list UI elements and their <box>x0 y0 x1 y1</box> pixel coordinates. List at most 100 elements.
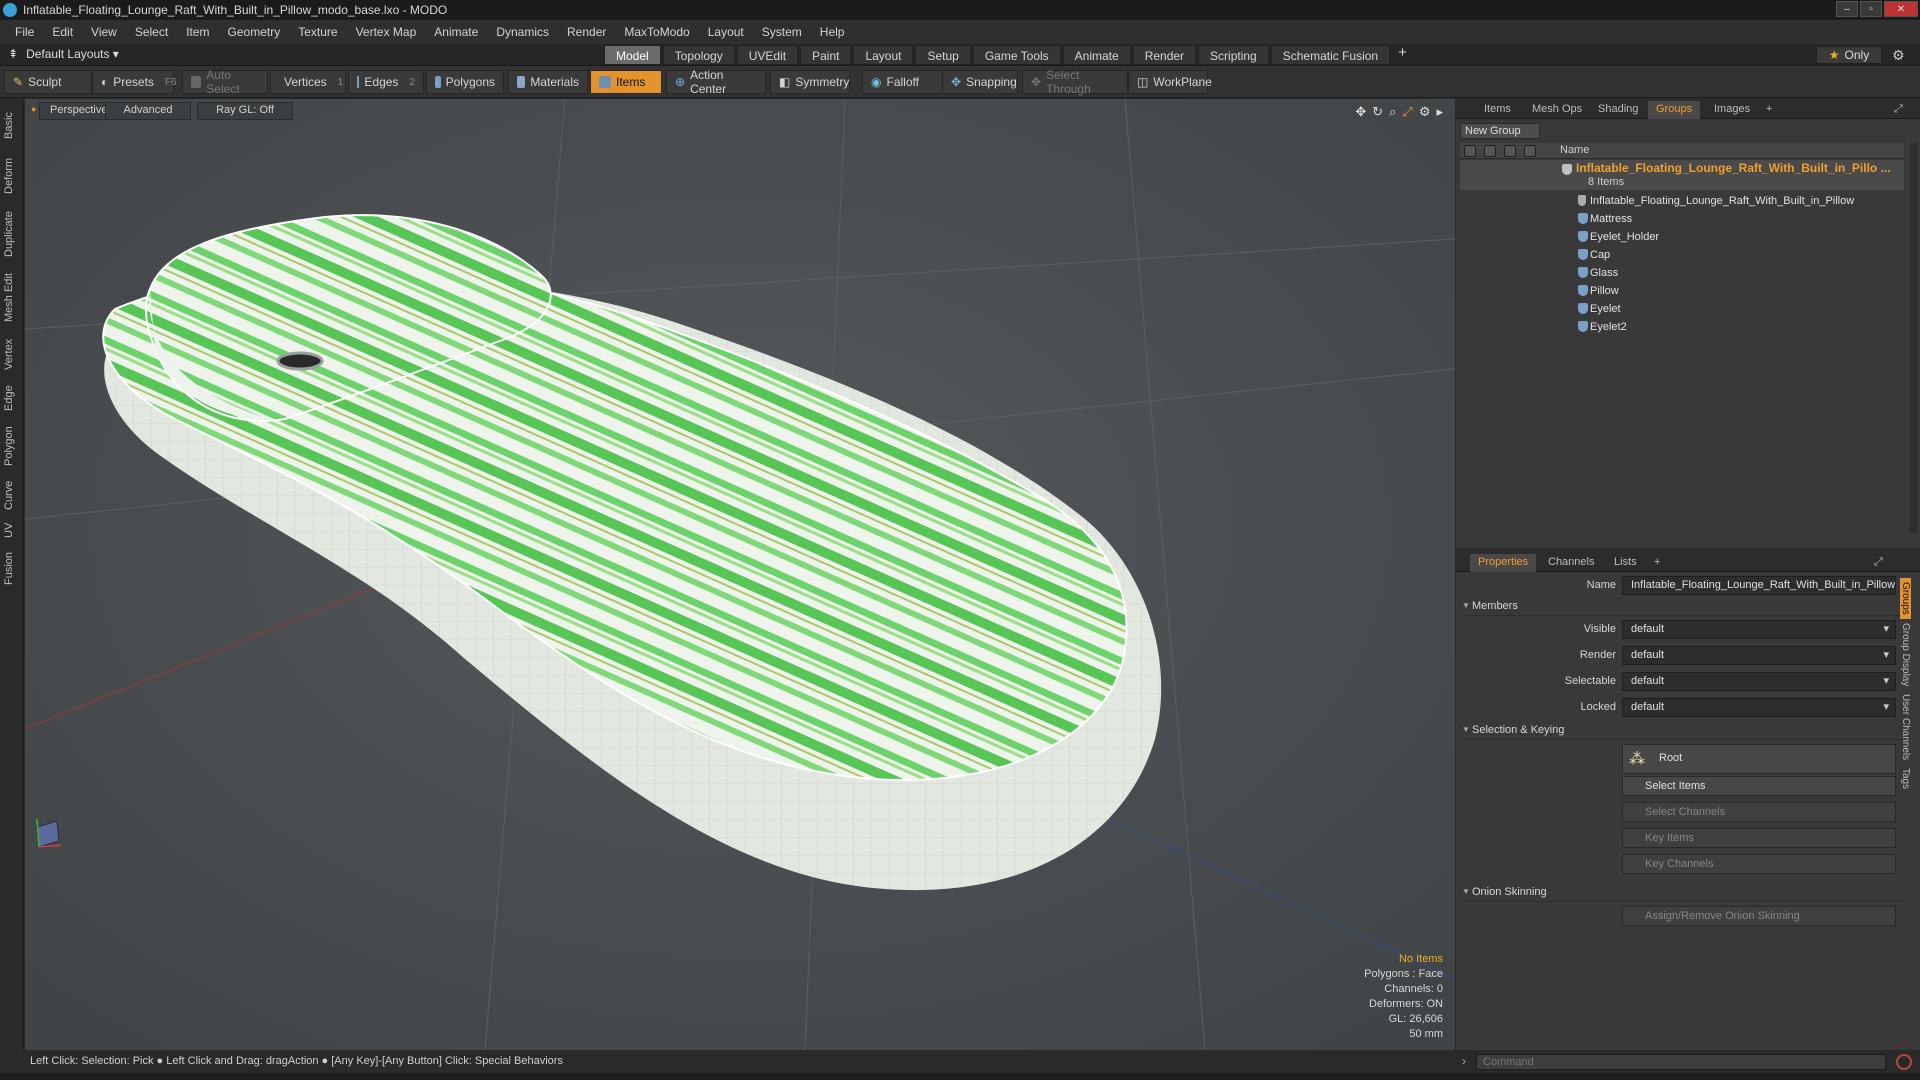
layout-expand-icon[interactable]: ⇞ <box>8 47 18 61</box>
menu-view[interactable]: View <box>82 25 126 39</box>
tab-mesh-edit[interactable]: Mesh Edit <box>3 267 20 329</box>
members-section-header[interactable]: ▼ Members <box>1460 598 1904 616</box>
tab-game-tools[interactable]: Game Tools <box>972 45 1061 65</box>
items-button[interactable]: Items <box>590 70 662 94</box>
tab-layout[interactable]: Layout <box>853 45 914 65</box>
group-root-row[interactable]: Inflatable_Floating_Lounge_Raft_With_Bui… <box>1460 160 1904 190</box>
edges-button[interactable]: Edges 2 <box>348 70 424 94</box>
render-column-icon[interactable] <box>1484 145 1496 157</box>
stop-icon[interactable] <box>1896 1054 1912 1070</box>
menu-layout[interactable]: Layout <box>699 25 753 39</box>
3d-viewport[interactable]: ● Perspective Advanced Ray GL: Off ✥ ↻ ⌕… <box>25 99 1455 1050</box>
tree-item[interactable]: Pillow <box>1460 282 1904 300</box>
name-field[interactable]: Inflatable_Floating_Lounge_Raft_With_Bui… <box>1622 576 1896 595</box>
falloff-button[interactable]: ◉ Falloff <box>862 70 944 94</box>
select-through-button[interactable]: ✥ Select Through <box>1022 68 1128 96</box>
tab-model[interactable]: Model <box>604 45 661 65</box>
tree-item[interactable]: Eyelet2 <box>1460 318 1904 336</box>
pan-icon[interactable]: ✥ <box>1355 104 1366 120</box>
viewport-menu-icon[interactable]: ▸ <box>1436 104 1443 120</box>
auto-select-button[interactable]: Auto Select <box>182 68 268 96</box>
tab-polygon[interactable]: Polygon <box>3 419 20 473</box>
close-button[interactable]: ✕ <box>1884 1 1918 17</box>
tree-item[interactable]: Eyelet_Holder <box>1460 228 1904 246</box>
gear-icon[interactable]: ⚙ <box>1892 47 1905 64</box>
visible-dropdown[interactable]: default ▾ <box>1622 620 1896 639</box>
properties-expand-icon[interactable]: ⤢ <box>1866 554 1891 572</box>
tab-topology[interactable]: Topology <box>662 45 735 65</box>
tab-shading[interactable]: Shading <box>1590 101 1646 119</box>
tab-uvedit[interactable]: UVEdit <box>736 45 799 65</box>
menu-texture[interactable]: Texture <box>289 25 346 39</box>
select-column-icon[interactable] <box>1524 145 1536 157</box>
tree-item[interactable]: Cap <box>1460 246 1904 264</box>
tab-channels[interactable]: Channels <box>1540 554 1602 572</box>
viewport-options-icon[interactable]: ● <box>31 104 36 114</box>
render-dropdown[interactable]: default ▾ <box>1622 646 1896 665</box>
menu-animate[interactable]: Animate <box>425 25 487 39</box>
tab-mesh-ops[interactable]: Mesh Ops <box>1524 101 1590 119</box>
command-input[interactable] <box>1476 1054 1886 1070</box>
tab-duplicate[interactable]: Duplicate <box>3 203 20 265</box>
tab-edge[interactable]: Edge <box>3 379 20 417</box>
materials-button[interactable]: Materials <box>508 70 588 94</box>
tab-curve[interactable]: Curve <box>3 475 20 515</box>
tab-vertex[interactable]: Vertex <box>3 331 20 377</box>
selectable-dropdown[interactable]: default ▾ <box>1622 672 1896 691</box>
select-channels-button[interactable]: Select Channels <box>1622 802 1896 822</box>
viewport-gear-icon[interactable]: ⚙ <box>1419 104 1431 120</box>
tab-animate[interactable]: Animate <box>1062 45 1131 65</box>
tab-properties[interactable]: Properties <box>1470 554 1537 572</box>
vertices-button[interactable]: Vertices 1 <box>270 70 346 94</box>
presets-button[interactable]: ◐ Presets F6 <box>92 70 177 94</box>
menu-help[interactable]: Help <box>811 25 854 39</box>
tab-basic[interactable]: Basic <box>3 105 20 147</box>
symmetry-button[interactable]: ◧ Symmetry <box>770 70 850 94</box>
tab-paint[interactable]: Paint <box>800 45 852 65</box>
onion-skinning-button[interactable]: Assign/Remove Onion Skinning <box>1622 906 1896 926</box>
maximize-button[interactable]: ▫ <box>1860 1 1882 17</box>
tab-lists[interactable]: Lists <box>1606 554 1645 572</box>
menu-select[interactable]: Select <box>126 25 177 39</box>
side-tab-group-display[interactable]: Group Display <box>1900 619 1911 690</box>
menu-file[interactable]: File <box>6 25 43 39</box>
name-column-header[interactable]: Name <box>1560 144 1589 156</box>
select-items-button[interactable]: Select Items <box>1622 776 1896 796</box>
menu-vertex-map[interactable]: Vertex Map <box>347 25 426 39</box>
key-items-button[interactable]: Key Items <box>1622 828 1896 848</box>
rotate-icon[interactable]: ↻ <box>1372 104 1383 120</box>
side-tab-groups[interactable]: Groups <box>1900 578 1911 619</box>
menu-render[interactable]: Render <box>558 25 615 39</box>
add-panel-tab-button[interactable]: + <box>1758 101 1780 119</box>
tab-images[interactable]: Images <box>1706 101 1758 119</box>
zoom-icon[interactable]: ⌕ <box>1389 104 1396 120</box>
menu-dynamics[interactable]: Dynamics <box>487 25 558 39</box>
workplane-button[interactable]: ◫ WorkPlane <box>1128 70 1212 94</box>
root-button[interactable]: ⁂ Root <box>1622 744 1896 774</box>
side-tab-tags[interactable]: Tags <box>1900 764 1911 793</box>
menu-item[interactable]: Item <box>177 25 218 39</box>
menu-geometry[interactable]: Geometry <box>219 25 290 39</box>
tab-groups[interactable]: Groups <box>1648 101 1701 119</box>
group-list-scrollbar[interactable] <box>1910 143 1918 533</box>
key-channels-button[interactable]: Key Channels <box>1622 854 1896 874</box>
visibility-column-icon[interactable] <box>1464 145 1476 157</box>
tree-item[interactable]: Eyelet <box>1460 300 1904 318</box>
menu-system[interactable]: System <box>753 25 811 39</box>
advanced-button[interactable]: Advanced <box>105 102 191 120</box>
tab-schematic-fusion[interactable]: Schematic Fusion <box>1270 45 1391 65</box>
add-tab-button[interactable]: + <box>1392 45 1413 65</box>
fit-icon[interactable]: ⤢ <box>1402 104 1412 120</box>
onion-skinning-section-header[interactable]: ▼ Onion Skinning <box>1460 884 1904 902</box>
tab-uv[interactable]: UV <box>3 517 20 543</box>
lock-column-icon[interactable] <box>1504 145 1516 157</box>
add-properties-tab-button[interactable]: + <box>1646 554 1668 572</box>
tab-render[interactable]: Render <box>1132 45 1197 65</box>
raft-model-render[interactable] <box>25 99 1455 1050</box>
selection-keying-section-header[interactable]: ▼ Selection & Keying <box>1460 722 1904 740</box>
tab-scripting[interactable]: Scripting <box>1198 45 1269 65</box>
tab-fusion[interactable]: Fusion <box>3 545 20 591</box>
locked-dropdown[interactable]: default ▾ <box>1622 698 1896 717</box>
tab-items[interactable]: Items <box>1476 101 1519 119</box>
ray-gl-button[interactable]: Ray GL: Off <box>197 102 293 120</box>
